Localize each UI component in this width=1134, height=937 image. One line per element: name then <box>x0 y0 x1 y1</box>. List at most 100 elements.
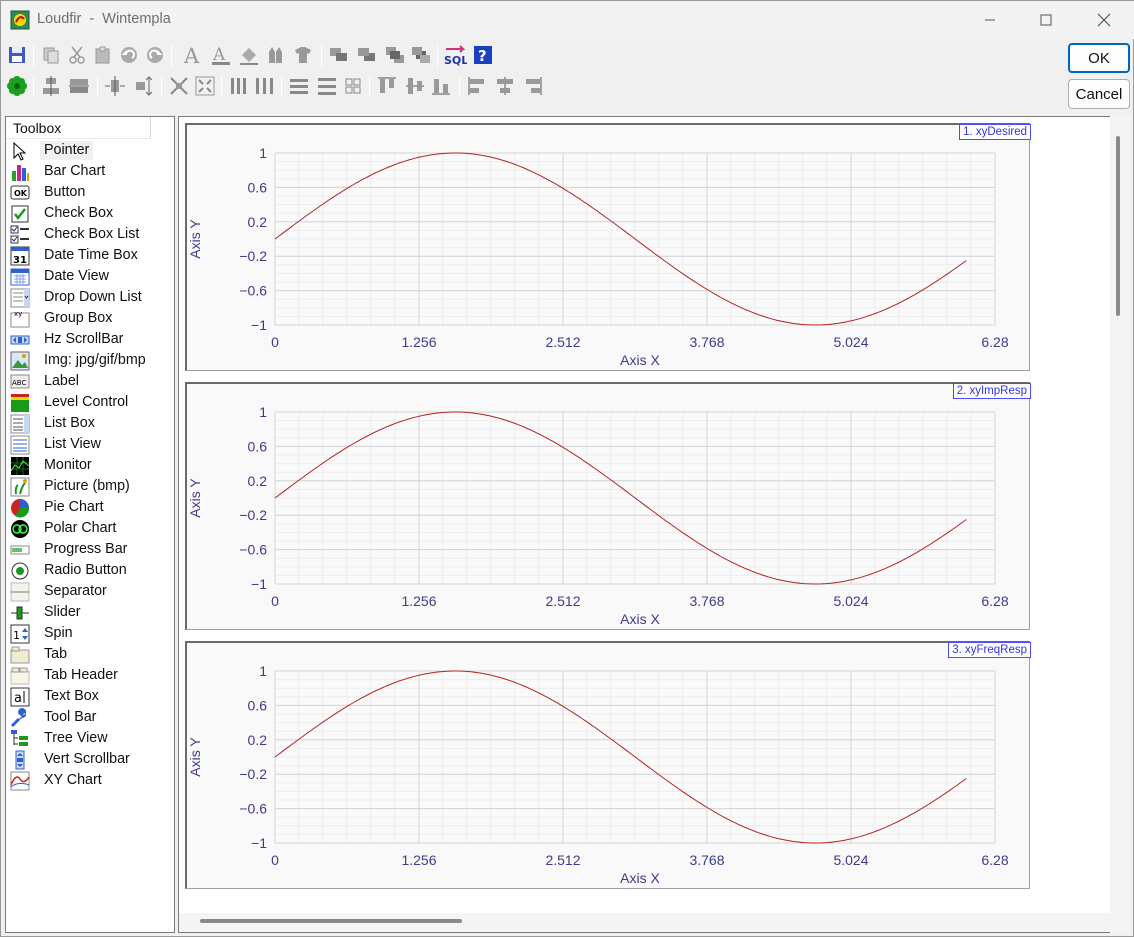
date-view-icon <box>10 267 30 286</box>
horizontal-scroll-thumb[interactable] <box>200 919 462 923</box>
align-bottom-icon[interactable] <box>429 73 453 99</box>
x-tick-label: 6.28 <box>981 593 1008 609</box>
space-h-fill-icon[interactable] <box>253 73 277 99</box>
save-icon[interactable] <box>5 42 29 68</box>
toolbox-item-date-time-box[interactable]: 31 Date Time Box <box>6 245 172 266</box>
grid-icon[interactable] <box>341 73 365 99</box>
space-h-equal-icon[interactable] <box>227 73 251 99</box>
xy-chart-panel[interactable]: 0 1.256 2.512 3.768 5.024 6.28 1 0.6 0.2 −0.2 −0.6… <box>185 123 1031 371</box>
align-center-h-icon[interactable] <box>39 73 63 99</box>
toolbox-item-level-control[interactable]: Level Control <box>6 392 172 413</box>
toolbox-item-bar-chart[interactable]: Bar Chart <box>6 161 172 182</box>
separator-icon <box>10 582 30 602</box>
toolbox-item-list-view[interactable]: List View <box>6 434 172 455</box>
toolbox-item-check-box-list[interactable]: Check Box List <box>6 224 172 245</box>
toolbar-row-1: A A SQL ? <box>5 42 505 70</box>
toolbox-item-monitor[interactable]: Monitor <box>6 455 172 476</box>
toolbox-item-text-box[interactable]: a Text Box <box>6 686 172 707</box>
toolbox-item-spin[interactable]: 1 Spin <box>6 623 172 644</box>
xy-chart-panel[interactable]: 0 1.256 2.512 3.768 5.024 6.28 1 0.6 0.2 −0.2 −0.6… <box>185 641 1031 889</box>
toolbox-item-radio-button[interactable]: Radio Button <box>6 560 172 581</box>
align-center-v-icon[interactable] <box>67 73 91 99</box>
text-color-icon[interactable]: A <box>209 42 233 68</box>
toolbox-item-list-box[interactable]: List Box <box>6 413 172 434</box>
x-tick-label: 1.256 <box>401 852 436 868</box>
toolbox-item-group-box[interactable]: xy Group Box <box>6 308 172 329</box>
toolbox-item-label[interactable]: ABC Label <box>6 371 172 392</box>
center-v-icon[interactable] <box>131 73 155 99</box>
toolbox-item-tree-view[interactable]: Tree View <box>6 728 172 749</box>
toolbox-item-date-view[interactable]: Date View <box>6 266 172 287</box>
toolbox-item-tab-header[interactable]: Tab Header <box>6 665 172 686</box>
space-v-fill-icon[interactable] <box>315 73 339 99</box>
bring-forward-icon[interactable] <box>327 42 351 68</box>
toolbox-item-img-jpg-gif-bmp[interactable]: Img: jpg/gif/bmp <box>6 350 172 371</box>
redo-icon[interactable] <box>143 42 167 68</box>
align-right-icon[interactable] <box>521 73 545 99</box>
minimize-button[interactable] <box>967 1 1013 39</box>
expand-icon[interactable] <box>193 73 217 99</box>
space-v-equal-icon[interactable] <box>287 73 311 99</box>
align-center-icon[interactable] <box>493 73 517 99</box>
toolbox-item-drop-down-list[interactable]: Drop Down List <box>6 287 172 308</box>
align-middle-icon[interactable] <box>403 73 427 99</box>
y-axis-label: Axis Y <box>187 737 203 777</box>
toolbox-item-vert-scrollbar[interactable]: Vert Scrollbar <box>6 749 172 770</box>
toolbox-item-tab[interactable]: Tab <box>6 644 172 665</box>
y-tick-label: 0.2 <box>248 473 268 489</box>
vertical-scrollbar[interactable] <box>1110 116 1131 933</box>
toolbox-item-label: List Box <box>44 415 95 431</box>
style-icon[interactable] <box>291 42 315 68</box>
y-tick-label: −0.2 <box>239 248 267 264</box>
font-icon[interactable]: A <box>181 42 205 68</box>
align-left-icon[interactable] <box>465 73 489 99</box>
help-icon[interactable]: ? <box>471 42 495 68</box>
x-tick-label: 2.512 <box>545 852 580 868</box>
check-box-icon <box>10 204 30 223</box>
toolbox-item-separator[interactable]: Separator <box>6 581 172 602</box>
toolbox-item-label: Picture (bmp) <box>44 478 130 494</box>
settings-flower-icon[interactable] <box>5 73 29 99</box>
toolbox-item-progress-bar[interactable]: Progress Bar <box>6 539 172 560</box>
maximize-button[interactable] <box>1023 1 1069 39</box>
copy-icon[interactable] <box>39 42 63 68</box>
y-tick-label: 0.6 <box>248 697 268 713</box>
title-bar[interactable]: Loudfir - Wintempla <box>1 1 1134 39</box>
pen-color-icon[interactable] <box>263 42 287 68</box>
toolbox-item-pie-chart[interactable]: Pie Chart <box>6 497 172 518</box>
paste-icon[interactable] <box>91 42 115 68</box>
center-h-icon[interactable] <box>103 73 127 99</box>
bring-to-front-icon[interactable] <box>383 42 407 68</box>
toolbox-item-button[interactable]: OK Button <box>6 182 172 203</box>
cut-icon[interactable] <box>65 42 89 68</box>
toolbox-item-hz-scrollbar[interactable]: Hz ScrollBar <box>6 329 172 350</box>
vert-scrollbar-icon <box>10 750 30 770</box>
undo-icon[interactable] <box>117 42 141 68</box>
toolbox-item-label: Text Box <box>44 688 99 704</box>
cancel-button[interactable]: Cancel <box>1068 79 1130 109</box>
toolbox-item-label: Bar Chart <box>44 163 106 179</box>
fill-color-icon[interactable] <box>237 42 261 68</box>
toolbox-item-check-box[interactable]: Check Box <box>6 203 172 224</box>
toolbox-item-picture-bmp[interactable]: Picture (bmp) <box>6 476 172 497</box>
toolbox-header[interactable]: Toolbox <box>6 117 151 139</box>
sql-icon[interactable]: SQL <box>443 42 467 68</box>
tab-header-icon <box>10 666 30 685</box>
align-top-icon[interactable] <box>375 73 399 99</box>
ok-button[interactable]: OK <box>1068 43 1130 73</box>
xy-chart-svg: 0 1.256 2.512 3.768 5.024 6.28 1 0.6 0.2 −0.2 −0.6… <box>187 145 1009 368</box>
toolbox-item-xy-chart[interactable]: XY Chart <box>6 770 172 791</box>
send-backward-icon[interactable] <box>355 42 379 68</box>
toolbox-item-slider[interactable]: Slider <box>6 602 172 623</box>
toolbox-item-polar-chart[interactable]: Polar Chart <box>6 518 172 539</box>
tree-view-icon <box>10 729 30 748</box>
xy-chart-panel[interactable]: 0 1.256 2.512 3.768 5.024 6.28 1 0.6 0.2 −0.2 −0.6… <box>185 382 1031 630</box>
close-button[interactable] <box>1081 1 1127 39</box>
toolbox-item-pointer[interactable]: Pointer <box>6 140 172 161</box>
shrink-icon[interactable] <box>167 73 191 99</box>
toolbox-item-label: Pointer <box>40 141 94 160</box>
vertical-scroll-thumb[interactable] <box>1116 136 1120 316</box>
send-to-back-icon[interactable] <box>409 42 433 68</box>
x-tick-label: 5.024 <box>833 852 868 868</box>
toolbox-item-tool-bar[interactable]: Tool Bar <box>6 707 172 728</box>
